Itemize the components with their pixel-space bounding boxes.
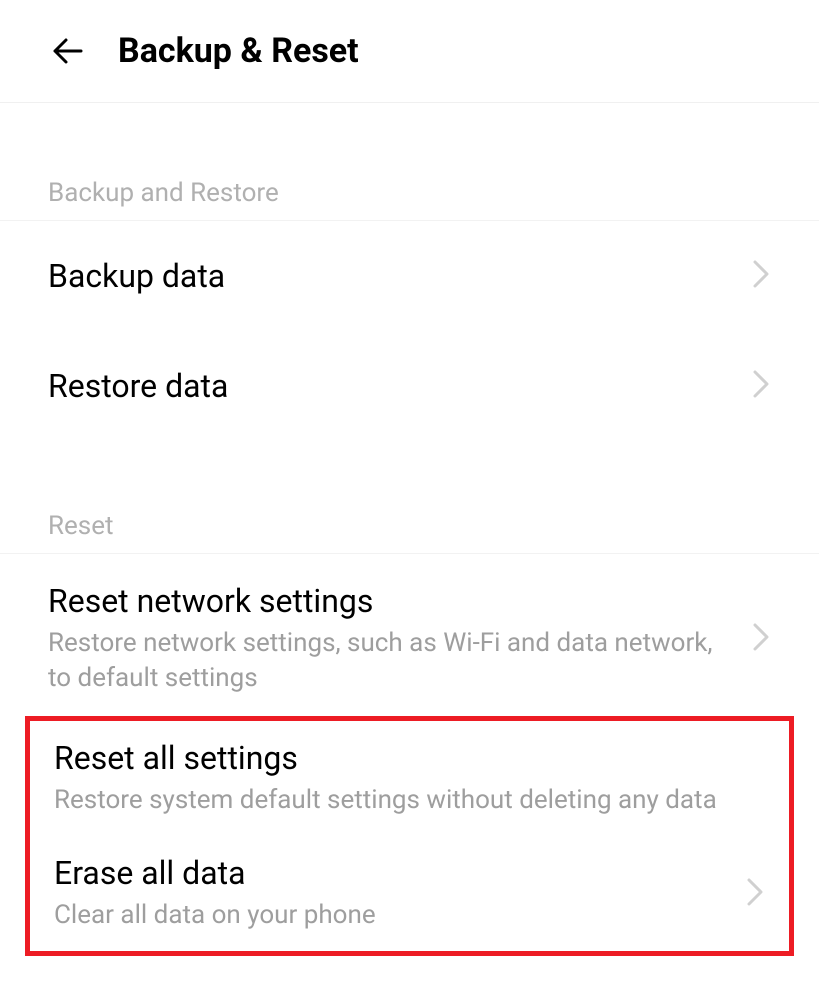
section-header-reset-label: Reset — [48, 511, 114, 541]
chevron-right-icon — [745, 876, 765, 912]
section-header-reset: Reset — [0, 441, 819, 554]
reset-all-title: Reset all settings — [54, 739, 765, 777]
section-header-backup-label: Backup and Restore — [48, 178, 279, 208]
backup-data-title: Backup data — [48, 257, 731, 295]
chevron-right-icon — [751, 368, 771, 404]
reset-all-settings-item[interactable]: Reset all settings Restore system defaul… — [30, 721, 789, 836]
reset-network-title: Reset network settings — [48, 582, 731, 620]
chevron-right-icon — [751, 258, 771, 294]
erase-all-data-item[interactable]: Erase all data Clear all data on your ph… — [30, 836, 789, 951]
section-header-backup: Backup and Restore — [0, 103, 819, 221]
list-item-text: Erase all data Clear all data on your ph… — [54, 854, 725, 933]
reset-network-subtitle: Restore network settings, such as Wi-Fi … — [48, 626, 731, 696]
highlighted-options: Reset all settings Restore system defaul… — [25, 716, 794, 956]
reset-network-settings-item[interactable]: Reset network settings Restore network s… — [0, 554, 819, 716]
list-item-text: Reset all settings Restore system defaul… — [54, 739, 765, 818]
content-area: Backup and Restore Backup data Restore d… — [0, 103, 819, 956]
header-bar: Backup & Reset — [0, 0, 819, 103]
list-item-text: Restore data — [48, 367, 731, 405]
reset-all-subtitle: Restore system default settings without … — [54, 783, 765, 818]
chevron-right-icon — [751, 621, 771, 657]
page-title: Backup & Reset — [118, 31, 359, 71]
list-item-text: Backup data — [48, 257, 731, 295]
list-item-text: Reset network settings Restore network s… — [48, 582, 731, 696]
restore-data-item[interactable]: Restore data — [0, 331, 819, 441]
restore-data-title: Restore data — [48, 367, 731, 405]
erase-all-subtitle: Clear all data on your phone — [54, 898, 725, 933]
arrow-left-icon — [48, 30, 90, 72]
erase-all-title: Erase all data — [54, 854, 725, 892]
back-button[interactable] — [48, 30, 90, 72]
backup-data-item[interactable]: Backup data — [0, 221, 819, 331]
